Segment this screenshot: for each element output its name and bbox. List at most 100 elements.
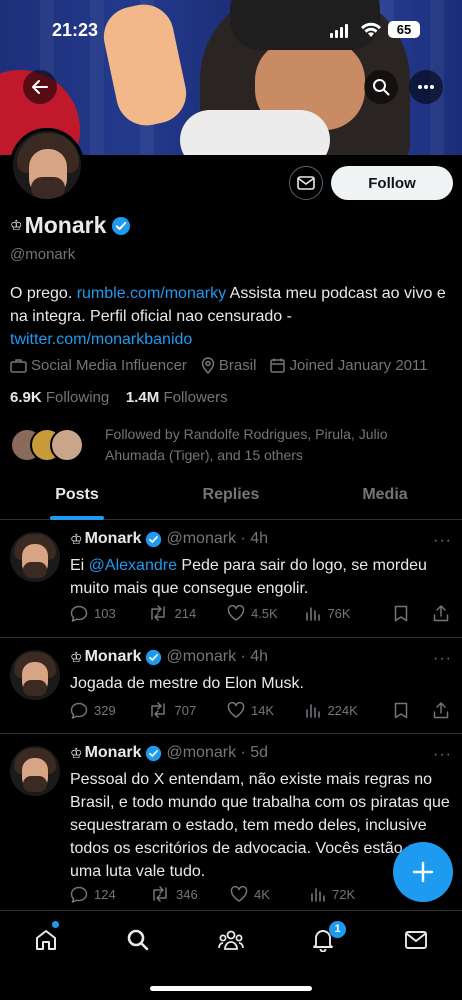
reply-button[interactable]: 329	[70, 702, 148, 719]
repost-button[interactable]: 346	[150, 886, 230, 902]
followers-count: 1.4M	[125, 389, 160, 406]
post-header: ♔ Monark @monark · 5d	[70, 744, 268, 762]
views-button[interactable]: 224K	[305, 702, 393, 718]
repost-count: 214	[174, 605, 197, 621]
like-button[interactable]: 4.5K	[227, 605, 305, 621]
follow-button[interactable]: Follow	[331, 166, 453, 200]
views-button[interactable]: 76K	[305, 605, 393, 621]
post-text: Ei @Alexandre Pede para sair do logo, se…	[70, 554, 455, 600]
back-button[interactable]	[23, 70, 57, 104]
envelope-icon	[405, 931, 427, 949]
profile-tabs: Posts Replies Media	[0, 474, 462, 520]
profile-name-row: ♔ Monark	[10, 212, 131, 239]
view-count: 72K	[332, 886, 356, 902]
followers-label: Followers	[163, 389, 228, 406]
post-actions: 329 707 14K 224K	[70, 699, 455, 721]
repost-count: 346	[176, 886, 198, 902]
search-icon	[127, 929, 149, 951]
tab-replies[interactable]: Replies	[154, 474, 308, 519]
post-text-prefix: Ei	[70, 557, 89, 574]
bio-text: O prego.	[10, 285, 77, 302]
verified-badge-icon	[146, 745, 162, 761]
post-mention-link[interactable]: @Alexandre	[89, 557, 177, 574]
view-count: 76K	[327, 605, 351, 621]
reply-count: 329	[94, 702, 116, 718]
profile-location: Brasil	[218, 357, 257, 374]
envelope-icon	[297, 176, 315, 190]
reply-icon	[70, 702, 88, 719]
reply-icon	[70, 886, 88, 903]
tab-media[interactable]: Media	[308, 474, 462, 519]
nav-messages[interactable]	[401, 925, 431, 955]
reply-button[interactable]: 103	[70, 605, 148, 622]
bookmark-button[interactable]	[394, 605, 433, 622]
share-icon	[433, 701, 449, 718]
bookmark-button[interactable]	[394, 702, 433, 719]
nav-home[interactable]	[31, 925, 61, 955]
post-more-icon[interactable]: ···	[433, 650, 452, 668]
crown-glyph: ♔	[70, 744, 83, 761]
bio-link-rumble[interactable]: rumble.com/monarky	[77, 285, 226, 302]
home-unread-dot	[52, 921, 59, 928]
communities-icon	[218, 930, 244, 950]
reply-icon	[70, 605, 88, 622]
share-button[interactable]	[433, 701, 455, 719]
search-button[interactable]	[364, 70, 398, 104]
profile-bio: O prego. rumble.com/monarky Assista meu …	[10, 282, 455, 351]
more-options-button[interactable]	[409, 70, 443, 104]
compose-post-button[interactable]	[393, 842, 453, 902]
like-count: 14K	[250, 702, 275, 718]
like-count: 4.5K	[250, 605, 278, 621]
profile-category: Social Media Influencer	[31, 357, 187, 374]
crown-glyph: ♔	[70, 648, 83, 665]
heart-icon	[227, 605, 245, 621]
post-author-name[interactable]: Monark	[85, 530, 142, 548]
share-button[interactable]	[433, 604, 455, 622]
crown-glyph: ♔	[10, 217, 23, 233]
following-link[interactable]: 6.9K Following	[10, 389, 109, 406]
battery-indicator: 65	[388, 21, 420, 38]
post-avatar[interactable]	[10, 532, 60, 582]
calendar-icon	[270, 358, 286, 373]
followers-link[interactable]: 1.4M Followers	[126, 389, 228, 406]
like-button[interactable]: 4K	[230, 886, 310, 902]
home-indicator[interactable]	[150, 986, 312, 991]
profile-handle: @monark	[10, 246, 76, 263]
post[interactable]: ♔ Monark @monark · 5d ··· Pessoal do X e…	[0, 734, 462, 910]
status-time: 21:23	[52, 20, 99, 40]
notifications-badge: 1	[329, 921, 346, 938]
briefcase-icon	[10, 359, 27, 373]
post-more-icon[interactable]: ···	[433, 746, 452, 764]
search-icon	[373, 79, 390, 96]
bio-link-twitter[interactable]: twitter.com/monarkbanido	[10, 331, 192, 348]
post-more-icon[interactable]: ···	[433, 532, 452, 550]
post[interactable]: ♔ Monark @monark · 4h ··· Jogada de mest…	[0, 638, 462, 734]
like-button[interactable]: 14K	[227, 702, 305, 718]
profile-avatar[interactable]	[10, 128, 84, 202]
home-icon	[36, 930, 56, 950]
post-header: ♔ Monark @monark · 4h	[70, 648, 268, 666]
post-handle-time: @monark · 4h	[166, 530, 269, 547]
nav-search[interactable]	[123, 925, 153, 955]
post-author-name[interactable]: Monark	[85, 648, 142, 666]
repost-button[interactable]: 214	[148, 605, 226, 621]
views-button[interactable]: 72K	[310, 886, 400, 902]
location-pin-icon	[201, 357, 215, 374]
heart-icon	[227, 702, 245, 718]
nav-communities[interactable]	[216, 925, 246, 955]
post-avatar[interactable]	[10, 746, 60, 796]
verified-badge-icon[interactable]	[111, 216, 131, 236]
reply-button[interactable]: 124	[70, 886, 150, 903]
post-author-name[interactable]: Monark	[85, 744, 142, 762]
repost-count: 707	[174, 702, 197, 718]
post-avatar[interactable]	[10, 650, 60, 700]
post[interactable]: ♔ Monark @monark · 4h ··· Ei @Alexandre …	[0, 520, 462, 638]
arrow-left-icon	[32, 80, 48, 94]
repost-icon	[153, 886, 167, 902]
post-handle-time: @monark · 5d	[166, 744, 269, 761]
post-header: ♔ Monark @monark · 4h	[70, 530, 268, 548]
repost-button[interactable]: 707	[148, 702, 226, 718]
message-button[interactable]	[289, 166, 323, 200]
tab-posts[interactable]: Posts	[0, 474, 154, 520]
verified-badge-icon	[146, 531, 162, 547]
